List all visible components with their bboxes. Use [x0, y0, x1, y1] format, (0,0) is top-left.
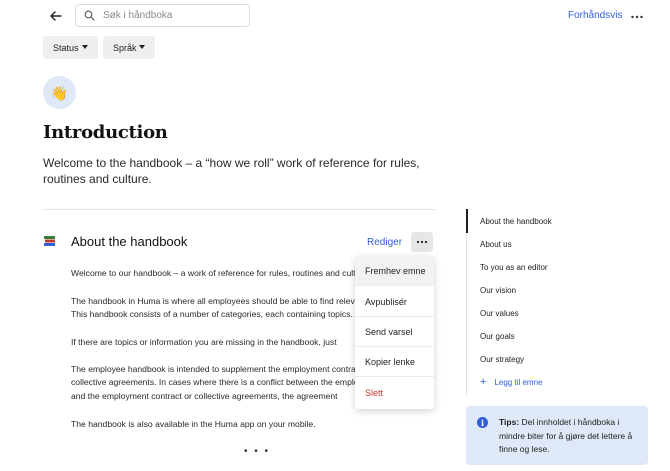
section-header: About the handbook Rediger: [43, 232, 436, 254]
books-icon: [43, 234, 57, 248]
section-context-menu: Fremhev emne Avpublisér Send varsel Kopi…: [355, 256, 434, 409]
info-icon: i: [477, 417, 488, 428]
body-paragraph: The handbook in Huma is where all employ…: [71, 296, 361, 306]
status-filter-label: Status: [53, 42, 79, 53]
body-paragraph: If there are topics or information you a…: [71, 337, 337, 347]
section-title: About the handbook: [71, 234, 188, 249]
body-paragraph: The handbook is also available in the Hu…: [71, 419, 316, 429]
status-filter-dropdown[interactable]: Status: [43, 36, 98, 59]
search-input[interactable]: [103, 6, 243, 25]
divider: [43, 209, 436, 210]
more-content-indicator[interactable]: • • •: [244, 446, 270, 457]
tip-text: Tips: Del innholdet i håndboka i mindre …: [499, 416, 639, 457]
add-topic-label: Legg til emne: [494, 378, 543, 387]
body-paragraph: Welcome to our handbook – a work of refe…: [71, 268, 361, 278]
body-paragraph: collective agreements. In cases where th…: [71, 377, 361, 387]
toc-item-editor[interactable]: To you as an editor: [480, 263, 548, 272]
menu-item-unpublish[interactable]: Avpublisér: [355, 287, 434, 317]
page-emoji-badge[interactable]: 👋: [43, 76, 76, 109]
tip-box: i Tips: Del innholdet i håndboka i mindr…: [466, 406, 648, 465]
toc-item-goals[interactable]: Our goals: [480, 332, 515, 341]
edit-button[interactable]: Rediger: [367, 237, 402, 248]
waving-hand-icon: 👋: [50, 84, 69, 101]
caret-down-icon: [139, 45, 145, 49]
search-box[interactable]: [75, 4, 250, 27]
add-topic-button[interactable]: + Legg til emne: [480, 377, 542, 388]
toc-item-values[interactable]: Our values: [480, 309, 519, 318]
toc-active-indicator: [466, 209, 468, 233]
toc-item-about-handbook[interactable]: About the handbook: [480, 217, 552, 226]
table-of-contents: About the handbook About us To you as an…: [466, 209, 656, 395]
caret-down-icon: [82, 45, 88, 49]
plus-icon: +: [480, 376, 487, 388]
language-filter-label: Språk: [113, 42, 137, 53]
language-filter-dropdown[interactable]: Språk: [103, 36, 155, 59]
menu-item-send-notification[interactable]: Send varsel: [355, 317, 434, 347]
search-icon: [84, 10, 95, 21]
toc-item-vision[interactable]: Our vision: [480, 286, 516, 295]
top-bar: Forhåndsvis: [0, 0, 670, 33]
more-options-icon[interactable]: [630, 10, 644, 22]
body-paragraph: and the employment contract or collectiv…: [71, 391, 338, 401]
tip-body: Del innholdet i håndboka i mindre biter …: [499, 417, 633, 454]
body-paragraph: The employee handbook is intended to sup…: [71, 364, 361, 374]
preview-button[interactable]: Forhåndsvis: [568, 10, 622, 21]
menu-item-copy-link[interactable]: Kopier lenke: [355, 347, 434, 377]
toc-item-strategy[interactable]: Our strategy: [480, 355, 524, 364]
menu-item-delete[interactable]: Slett: [355, 378, 434, 408]
back-arrow-icon[interactable]: [46, 6, 66, 26]
tip-label: Tips:: [499, 417, 520, 427]
page-subtitle: Welcome to the handbook – a “how we roll…: [43, 156, 420, 186]
toc-track: [466, 209, 467, 395]
section-body: Welcome to our handbook – a work of refe…: [71, 262, 361, 437]
page-title: Introduction: [43, 122, 168, 143]
section-more-button[interactable]: [411, 232, 433, 252]
body-paragraph: This handbook consists of a number of ca…: [71, 309, 353, 319]
more-horizontal-icon: [416, 240, 428, 244]
toc-item-about-us[interactable]: About us: [480, 240, 512, 249]
menu-item-highlight-topic[interactable]: Fremhev emne: [355, 256, 434, 286]
